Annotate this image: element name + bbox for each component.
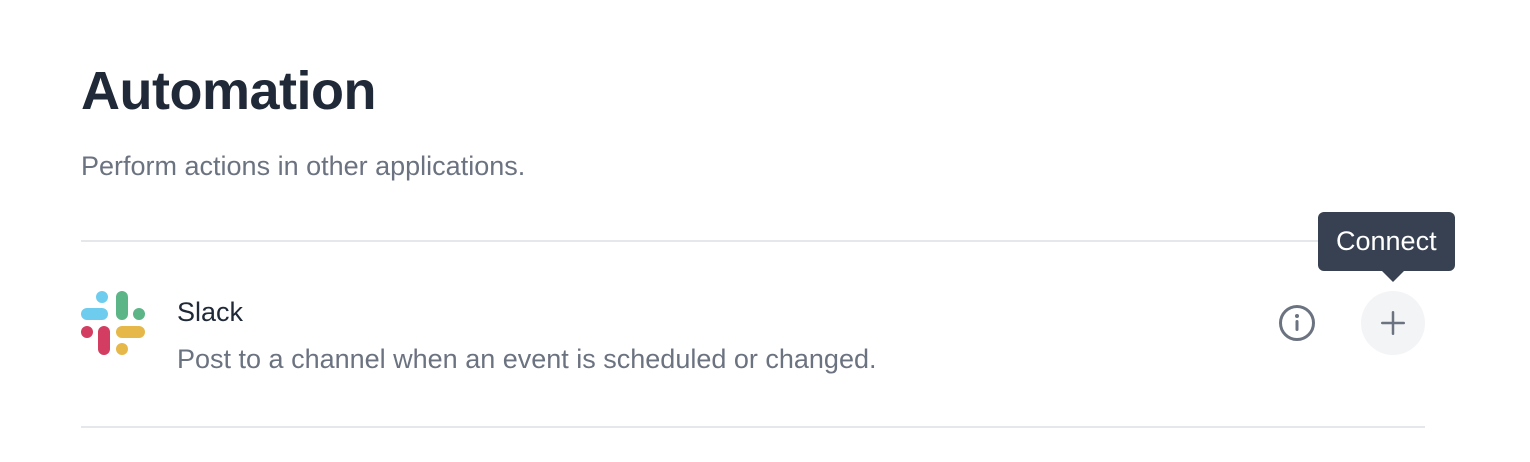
slack-logo-icon <box>81 291 145 355</box>
plus-icon <box>1381 311 1405 335</box>
connect-tooltip: Connect <box>1318 212 1455 271</box>
info-circle-icon <box>1279 305 1315 341</box>
app-row-slack: Slack Post to a channel when an event is… <box>81 242 1425 426</box>
info-button[interactable] <box>1277 303 1317 343</box>
connect-button[interactable] <box>1361 291 1425 355</box>
tooltip-arrow <box>1381 270 1405 282</box>
page-title: Automation <box>81 61 376 121</box>
page-subtitle: Perform actions in other applications. <box>81 151 526 181</box>
divider-bottom <box>81 426 1425 428</box>
app-description: Post to a channel when an event is sched… <box>177 344 877 374</box>
app-name: Slack <box>177 297 244 327</box>
